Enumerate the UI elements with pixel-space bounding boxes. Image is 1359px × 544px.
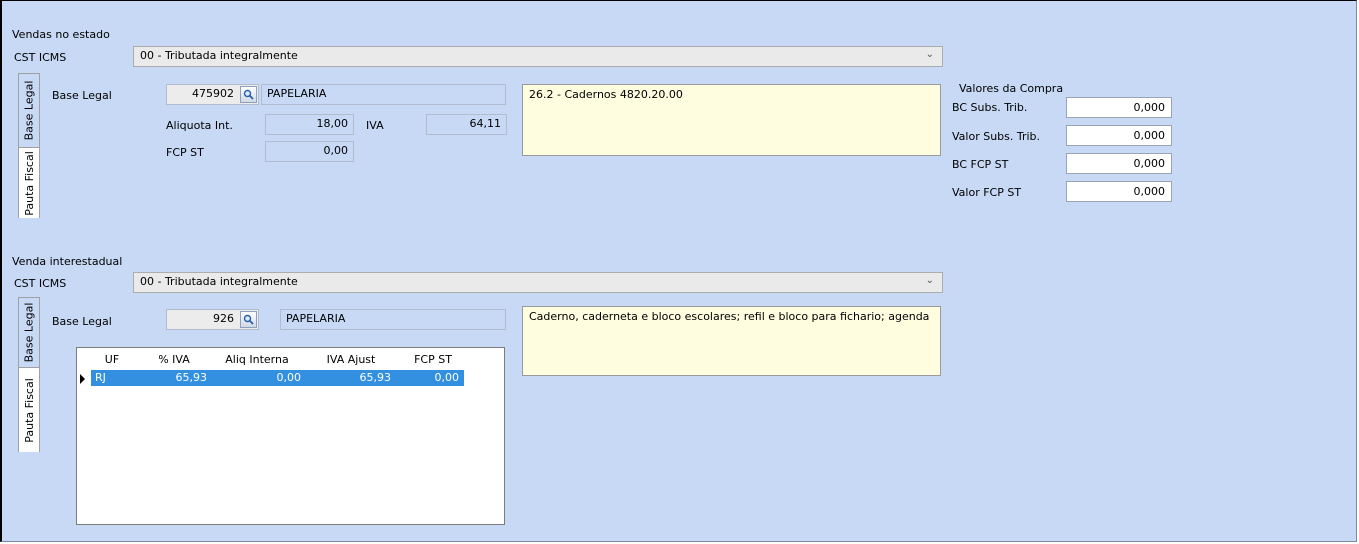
- col-header-iva-ajust: IVA Ajust: [326, 353, 376, 366]
- bc-subs-trib-input[interactable]: 0,000: [1066, 97, 1172, 118]
- iva-field: 64,11: [426, 114, 507, 135]
- interstate-vertical-tabs: Base Legal Pauta Fiscal: [18, 297, 40, 452]
- valores-compra-title: Valores da Compra: [959, 82, 1064, 95]
- cell-iva-ajust: 65,93: [359, 371, 392, 384]
- section-title-interstate: Venda interestadual: [12, 255, 123, 268]
- bc-subs-trib-label: BC Subs. Trib.: [952, 101, 1028, 114]
- fcp-st-field: 0,00: [265, 141, 354, 162]
- aliquota-label: Aliquota Int.: [166, 119, 233, 132]
- section-title-state: Vendas no estado: [12, 28, 110, 41]
- cst-icms-label: CST ICMS: [14, 51, 67, 64]
- base-legal-label: Base Legal: [52, 89, 112, 102]
- valor-subs-trib-input[interactable]: 0,000: [1066, 125, 1172, 146]
- chevron-down-icon: ⌄: [925, 275, 934, 286]
- cell-aliq-interna: 0,00: [276, 371, 302, 384]
- base-legal-label: Base Legal: [52, 315, 112, 328]
- col-header-iva: % IVA: [158, 353, 190, 366]
- magnifier-icon: [243, 314, 254, 325]
- state-legal-note: 26.2 - Cadernos 4820.20.00: [522, 84, 941, 156]
- col-header-uf: UF: [104, 353, 120, 366]
- bc-fcp-st-label: BC FCP ST: [952, 158, 1009, 171]
- base-legal-desc-field: PAPELARIA: [261, 84, 506, 105]
- state-vertical-tabs: Base Legal Pauta Fiscal: [18, 73, 40, 218]
- tab-base-legal[interactable]: Base Legal: [19, 298, 39, 368]
- row-indicator-icon: [80, 374, 85, 384]
- aliquota-field: 18,00: [265, 114, 354, 135]
- base-legal-desc-field-interstate: PAPELARIA: [280, 309, 506, 330]
- valor-fcp-st-label: Valor FCP ST: [952, 186, 1022, 199]
- cell-iva: 65,93: [175, 371, 208, 384]
- iva-label: IVA: [366, 119, 384, 132]
- cst-icms-value: 00 - Tributada integralmente: [140, 49, 298, 62]
- valor-fcp-st-input[interactable]: 0,000: [1066, 181, 1172, 202]
- cell-uf: RJ: [95, 371, 106, 384]
- cst-icms-label: CST ICMS: [14, 277, 67, 290]
- fcp-st-label: FCP ST: [166, 146, 204, 159]
- lookup-button[interactable]: [240, 86, 257, 103]
- valor-subs-trib-label: Valor Subs. Trib.: [952, 130, 1041, 143]
- tab-pauta-fiscal[interactable]: Pauta Fiscal: [19, 148, 39, 218]
- tax-config-panel: Vendas no estado CST ICMS 00 - Tributada…: [0, 0, 1357, 542]
- tab-pauta-fiscal[interactable]: Pauta Fiscal: [19, 368, 39, 452]
- interstate-legal-note: Caderno, caderneta e bloco escolares; re…: [522, 306, 941, 376]
- uf-iva-grid[interactable]: UF % IVA Aliq Interna IVA Ajust FCP ST R…: [76, 347, 505, 525]
- magnifier-icon: [243, 89, 254, 100]
- cst-icms-select[interactable]: 00 - Tributada integralmente ⌄: [133, 46, 943, 67]
- cell-fcp-st: 0,00: [434, 371, 460, 384]
- cst-icms-select-interstate[interactable]: 00 - Tributada integralmente ⌄: [133, 272, 943, 293]
- lookup-button[interactable]: [240, 311, 257, 328]
- table-row[interactable]: RJ 65,93 0,00 65,93 0,00: [91, 370, 464, 386]
- col-header-fcp-st: FCP ST: [414, 353, 452, 366]
- bc-fcp-st-input[interactable]: 0,000: [1066, 153, 1172, 174]
- chevron-down-icon: ⌄: [925, 49, 934, 60]
- col-header-aliq-interna: Aliq Interna: [225, 353, 289, 366]
- cst-icms-value: 00 - Tributada integralmente: [140, 275, 298, 288]
- tab-base-legal[interactable]: Base Legal: [19, 74, 39, 148]
